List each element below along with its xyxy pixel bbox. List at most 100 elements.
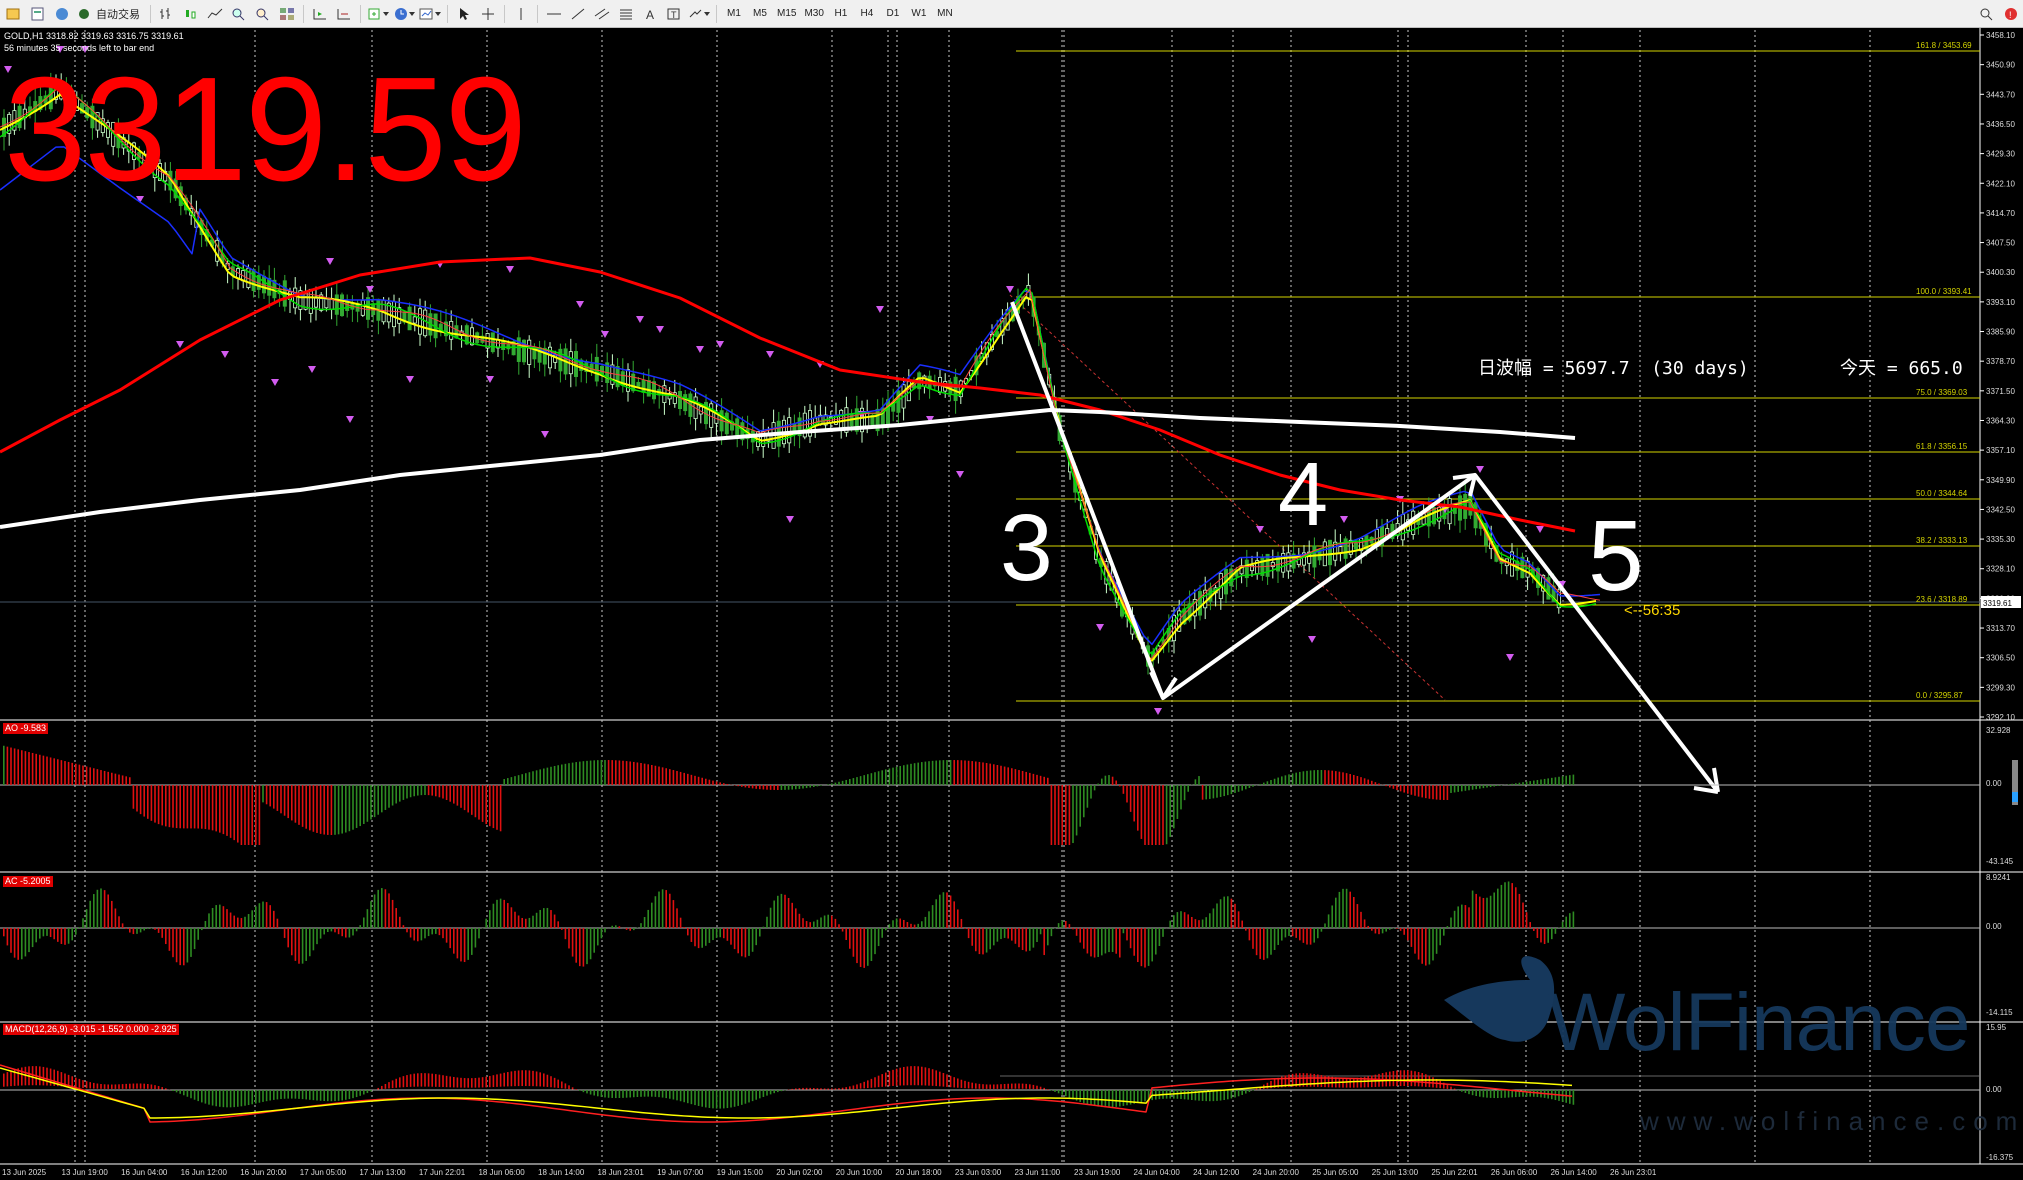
- macd-histogram-bar: [417, 1073, 419, 1087]
- ac-histogram-bar: [60, 928, 63, 944]
- timeframe-m15-button[interactable]: M15: [774, 4, 799, 24]
- macd-histogram-bar: [719, 1090, 721, 1109]
- search-icon[interactable]: [1976, 4, 1998, 24]
- ac-histogram-bar: [399, 916, 401, 928]
- macd-histogram-bar: [993, 1084, 995, 1089]
- auto-trading-button[interactable]: 自动交易: [75, 4, 145, 24]
- ac-histogram-bar: [435, 928, 437, 934]
- ao-histogram-bar: [1151, 785, 1153, 845]
- ac-histogram-bar: [701, 928, 703, 948]
- ac-histogram-bar: [802, 918, 804, 928]
- ao-histogram-bar: [283, 785, 286, 816]
- ao-scroll-indicator: [2012, 792, 2018, 802]
- ac-histogram-bar: [849, 928, 851, 949]
- fractal-marker: [1154, 708, 1162, 715]
- ac-histogram-bar: [723, 928, 725, 939]
- ac-histogram-bar: [726, 928, 729, 941]
- timeframe-w1-button[interactable]: W1: [907, 4, 931, 24]
- tile-windows-icon[interactable]: [276, 4, 298, 24]
- timeframe-h4-button[interactable]: H4: [855, 4, 879, 24]
- text-tool-icon[interactable]: A: [639, 4, 661, 24]
- chart-shift-icon[interactable]: [309, 4, 331, 24]
- ao-histogram-bar: [658, 766, 660, 785]
- zoom-in-icon[interactable]: [228, 4, 250, 24]
- time-axis-label: 26 Jun 23:01: [1610, 1168, 1657, 1177]
- ao-histogram-bar: [1039, 775, 1042, 785]
- macd-histogram-bar: [906, 1066, 909, 1086]
- ao-histogram-bar: [550, 766, 552, 785]
- cursor-icon[interactable]: [453, 4, 475, 24]
- line-chart-icon[interactable]: [204, 4, 226, 24]
- timeframe-h1-button[interactable]: H1: [829, 4, 853, 24]
- ao-histogram-bar: [881, 770, 883, 785]
- horizontal-line-icon[interactable]: [543, 4, 565, 24]
- macd-histogram-bar: [71, 1076, 73, 1088]
- fib-level-label: 0.0 / 3295.87: [1916, 691, 1963, 700]
- ac-histogram-bar: [161, 928, 163, 938]
- ac-histogram-bar: [1162, 928, 1164, 937]
- vertical-line-icon[interactable]: [510, 4, 532, 24]
- ao-histogram-bar: [337, 785, 340, 835]
- autoscroll-icon[interactable]: [333, 4, 355, 24]
- timeframe-d1-button[interactable]: D1: [881, 4, 905, 24]
- ac-histogram-bar: [53, 928, 55, 940]
- timeframe-m30-button[interactable]: M30: [801, 4, 826, 24]
- templates-icon[interactable]: [418, 4, 442, 24]
- ac-histogram-bar: [604, 928, 606, 933]
- alert-icon[interactable]: !: [2000, 4, 2022, 24]
- periods-icon[interactable]: [392, 4, 416, 24]
- ao-histogram-bar: [989, 763, 991, 785]
- trendline-icon[interactable]: [567, 4, 589, 24]
- ac-histogram-bar: [294, 928, 297, 961]
- ao-histogram-bar: [593, 760, 595, 785]
- ac-histogram-bar: [1025, 928, 1027, 952]
- ac-histogram-bar: [888, 924, 891, 928]
- ao-histogram-bar: [1212, 785, 1215, 799]
- ao-histogram-bar: [532, 771, 534, 785]
- macd-histogram-bar: [949, 1075, 952, 1088]
- crosshair-icon[interactable]: [477, 4, 499, 24]
- timeframe-mn-button[interactable]: MN: [933, 4, 957, 24]
- ac-histogram-bar: [377, 889, 379, 928]
- zoom-out-icon[interactable]: [252, 4, 274, 24]
- ac-histogram-bar: [597, 928, 599, 946]
- candle-body: [594, 356, 599, 382]
- ao-histogram-bar: [1363, 778, 1366, 785]
- ac-histogram-bar: [1155, 928, 1157, 955]
- ao-histogram-bar: [1205, 785, 1207, 800]
- ao-histogram-bar: [1097, 783, 1099, 785]
- ac-histogram-bar: [1378, 928, 1380, 935]
- bar-chart-icon[interactable]: [156, 4, 178, 24]
- auto-trading-label: 自动交易: [96, 8, 140, 21]
- fibonacci-icon[interactable]: [615, 4, 637, 24]
- text-label-icon[interactable]: T: [663, 4, 685, 24]
- channel-icon[interactable]: [591, 4, 613, 24]
- new-chart-icon[interactable]: [3, 4, 25, 24]
- ao-histogram-bar: [1122, 785, 1125, 794]
- ac-histogram-bar: [179, 928, 181, 966]
- ac-histogram-bar: [150, 928, 153, 929]
- ao-histogram-bar: [226, 785, 228, 836]
- macd-histogram-bar: [118, 1084, 120, 1089]
- ao-histogram-bar: [982, 762, 984, 785]
- ac-histogram-bar: [445, 928, 448, 943]
- ac-histogram-bar: [546, 907, 549, 928]
- macd-histogram-bar: [615, 1090, 617, 1099]
- ao-histogram-bar: [183, 785, 185, 829]
- ao-histogram-bar: [114, 773, 117, 785]
- timeframe-m5-button[interactable]: M5: [748, 4, 772, 24]
- bar-countdown: <--56:35: [1624, 602, 1681, 619]
- ac-histogram-bar: [345, 928, 347, 938]
- ac-histogram-bar: [1000, 928, 1002, 940]
- macd-histogram-bar: [391, 1080, 394, 1089]
- market-watch-icon[interactable]: [51, 4, 73, 24]
- profiles-icon[interactable]: [27, 4, 49, 24]
- arrows-icon[interactable]: [687, 4, 711, 24]
- timeframe-m1-button[interactable]: M1: [722, 4, 746, 24]
- candlestick-icon[interactable]: [180, 4, 202, 24]
- macd-histogram-bar: [1349, 1078, 1351, 1088]
- indicators-icon[interactable]: [366, 4, 390, 24]
- ao-histogram-bar: [942, 760, 945, 785]
- ac-histogram-bar: [589, 928, 592, 960]
- fractal-marker: [636, 316, 644, 323]
